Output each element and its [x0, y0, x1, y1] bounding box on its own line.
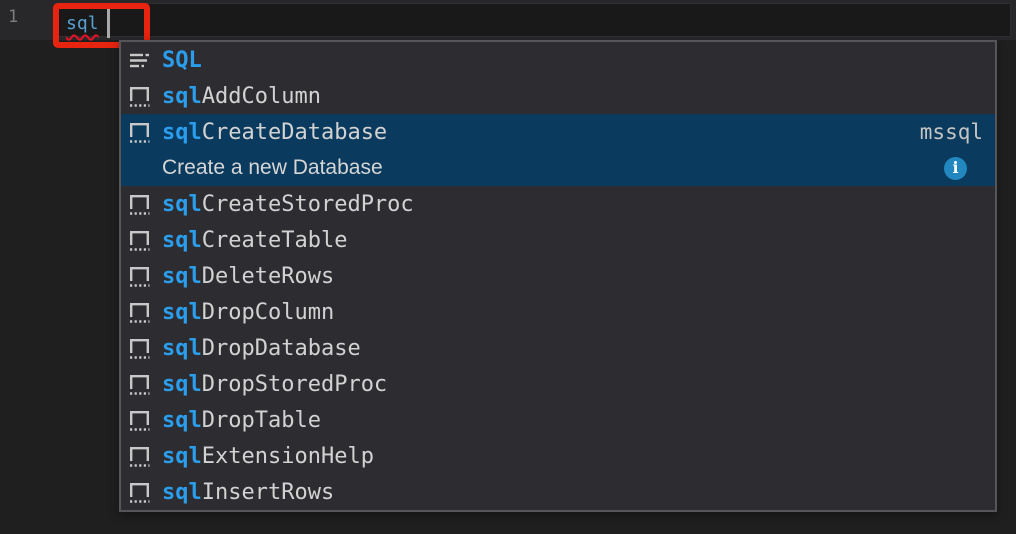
- suggest-item[interactable]: sqlDropColumn: [121, 294, 995, 330]
- suggest-item[interactable]: sqlDropTable: [121, 402, 995, 438]
- suggest-item-detail: mssql: [920, 120, 983, 144]
- suggest-item-label: sqlInsertRows: [162, 480, 334, 505]
- snippet-icon: [128, 337, 151, 360]
- snippet-icon: [128, 301, 151, 324]
- suggest-item[interactable]: sqlInsertRows: [121, 474, 995, 510]
- suggest-item-label: SQL: [162, 48, 202, 73]
- current-line-highlight: [57, 3, 1011, 37]
- suggest-item[interactable]: sqlCreateDatabase mssql: [121, 114, 995, 150]
- suggest-item[interactable]: sqlDropStoredProc: [121, 366, 995, 402]
- suggest-item[interactable]: sqlDropDatabase: [121, 330, 995, 366]
- snippet-icon: [128, 373, 151, 396]
- snippet-icon: [128, 409, 151, 432]
- suggest-item-label: sqlDropStoredProc: [162, 372, 387, 397]
- snippet-icon: [128, 85, 151, 108]
- suggest-item-label: sqlDeleteRows: [162, 264, 334, 289]
- suggest-item-label: sqlCreateStoredProc: [162, 192, 414, 217]
- snippet-icon: [128, 445, 151, 468]
- suggest-item[interactable]: sqlExtensionHelp: [121, 438, 995, 474]
- suggest-list: SQL sqlAddColumn sqlCreateDatabase mssql…: [121, 42, 995, 510]
- suggest-item[interactable]: sqlCreateTable: [121, 222, 995, 258]
- snippet-icon: [128, 121, 151, 144]
- text-completion-icon: [128, 49, 151, 72]
- suggest-item-label: sqlDropTable: [162, 408, 321, 433]
- info-icon[interactable]: i: [944, 157, 967, 180]
- suggest-item-description-row: Create a new Database i: [121, 150, 995, 186]
- suggest-item-label: sqlAddColumn: [162, 84, 321, 109]
- snippet-icon: [128, 265, 151, 288]
- suggest-item-label: sqlExtensionHelp: [162, 444, 374, 469]
- suggest-item-label: sqlCreateDatabase: [162, 120, 387, 145]
- suggest-item-description: Create a new Database: [162, 156, 383, 180]
- line-number: 1: [8, 9, 18, 26]
- suggest-item[interactable]: sqlDeleteRows: [121, 258, 995, 294]
- suggest-item[interactable]: sqlCreateStoredProc: [121, 186, 995, 222]
- snippet-icon: [128, 481, 151, 504]
- suggest-item[interactable]: sqlAddColumn: [121, 78, 995, 114]
- suggest-item-label: sqlDropColumn: [162, 300, 334, 325]
- snippet-icon: [128, 193, 151, 216]
- suggest-item[interactable]: SQL: [121, 42, 995, 78]
- suggest-item-label: sqlDropDatabase: [162, 336, 361, 361]
- snippet-icon: [128, 229, 151, 252]
- suggest-item-label: sqlCreateTable: [162, 228, 347, 253]
- suggest-widget: SQL sqlAddColumn sqlCreateDatabase mssql…: [119, 40, 997, 512]
